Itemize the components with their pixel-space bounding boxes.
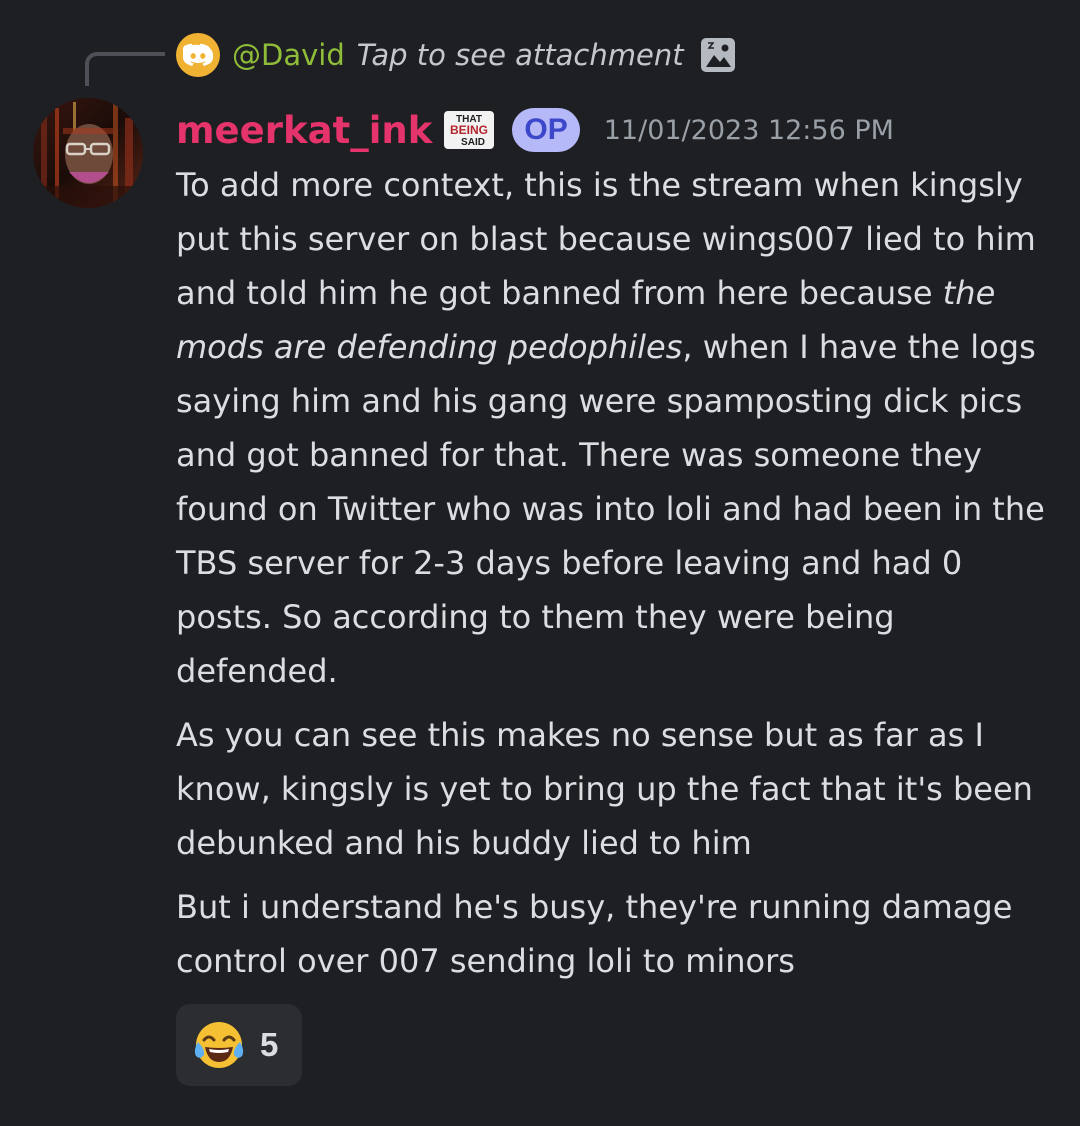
user-avatar[interactable] bbox=[33, 98, 143, 208]
op-badge: OP bbox=[512, 108, 580, 152]
message-header: meerkat_ink THAT BEING SAID OP 11/01/202… bbox=[176, 104, 894, 156]
reaction-count: 5 bbox=[260, 1026, 279, 1063]
timestamp: 11/01/2023 12:56 PM bbox=[603, 114, 894, 146]
message-paragraph-2: As you can see this makes no sense but a… bbox=[176, 716, 1033, 862]
username[interactable]: meerkat_ink bbox=[176, 109, 432, 152]
role-icon: THAT BEING SAID bbox=[444, 111, 495, 149]
reply-connector bbox=[85, 52, 165, 86]
role-icon-line2: BEING bbox=[450, 123, 488, 137]
image-icon bbox=[700, 38, 735, 72]
reply-attachment-text[interactable]: Tap to see attachment bbox=[357, 38, 684, 72]
message-paragraph-3: But i understand he's busy, they're runn… bbox=[176, 888, 1013, 980]
message-paragraph-1: To add more context, this is the stream … bbox=[176, 158, 1056, 698]
role-icon-line3: SAID bbox=[461, 137, 485, 148]
paragraph-1-text: To add more context, this is the stream … bbox=[176, 166, 1036, 312]
laughing-tears-emoji-icon bbox=[194, 1022, 244, 1068]
reply-reference[interactable]: @David Tap to see attachment bbox=[176, 33, 736, 77]
reply-author[interactable]: @David bbox=[232, 38, 345, 72]
message-content: To add more context, this is the stream … bbox=[176, 158, 1056, 988]
discord-icon bbox=[176, 33, 220, 77]
reaction-button[interactable]: 5 bbox=[176, 1004, 302, 1086]
paragraph-1-text-end: , when I have the logs saying him and hi… bbox=[176, 328, 1045, 690]
